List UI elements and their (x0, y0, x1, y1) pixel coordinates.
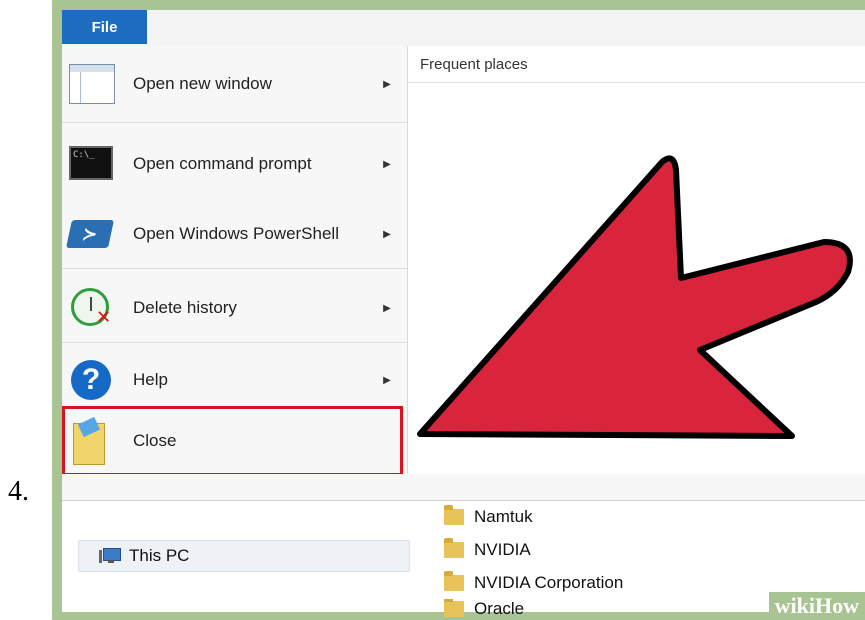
file-explorer-window: File Open new window ▶ C:\_ Open command… (62, 10, 865, 618)
screenshot-frame: File Open new window ▶ C:\_ Open command… (52, 0, 865, 620)
annotation-arrow (417, 155, 853, 439)
arrow-icon (417, 155, 853, 439)
step-number: 4. (8, 476, 29, 507)
wikihow-watermark: wikiHow (768, 592, 865, 620)
